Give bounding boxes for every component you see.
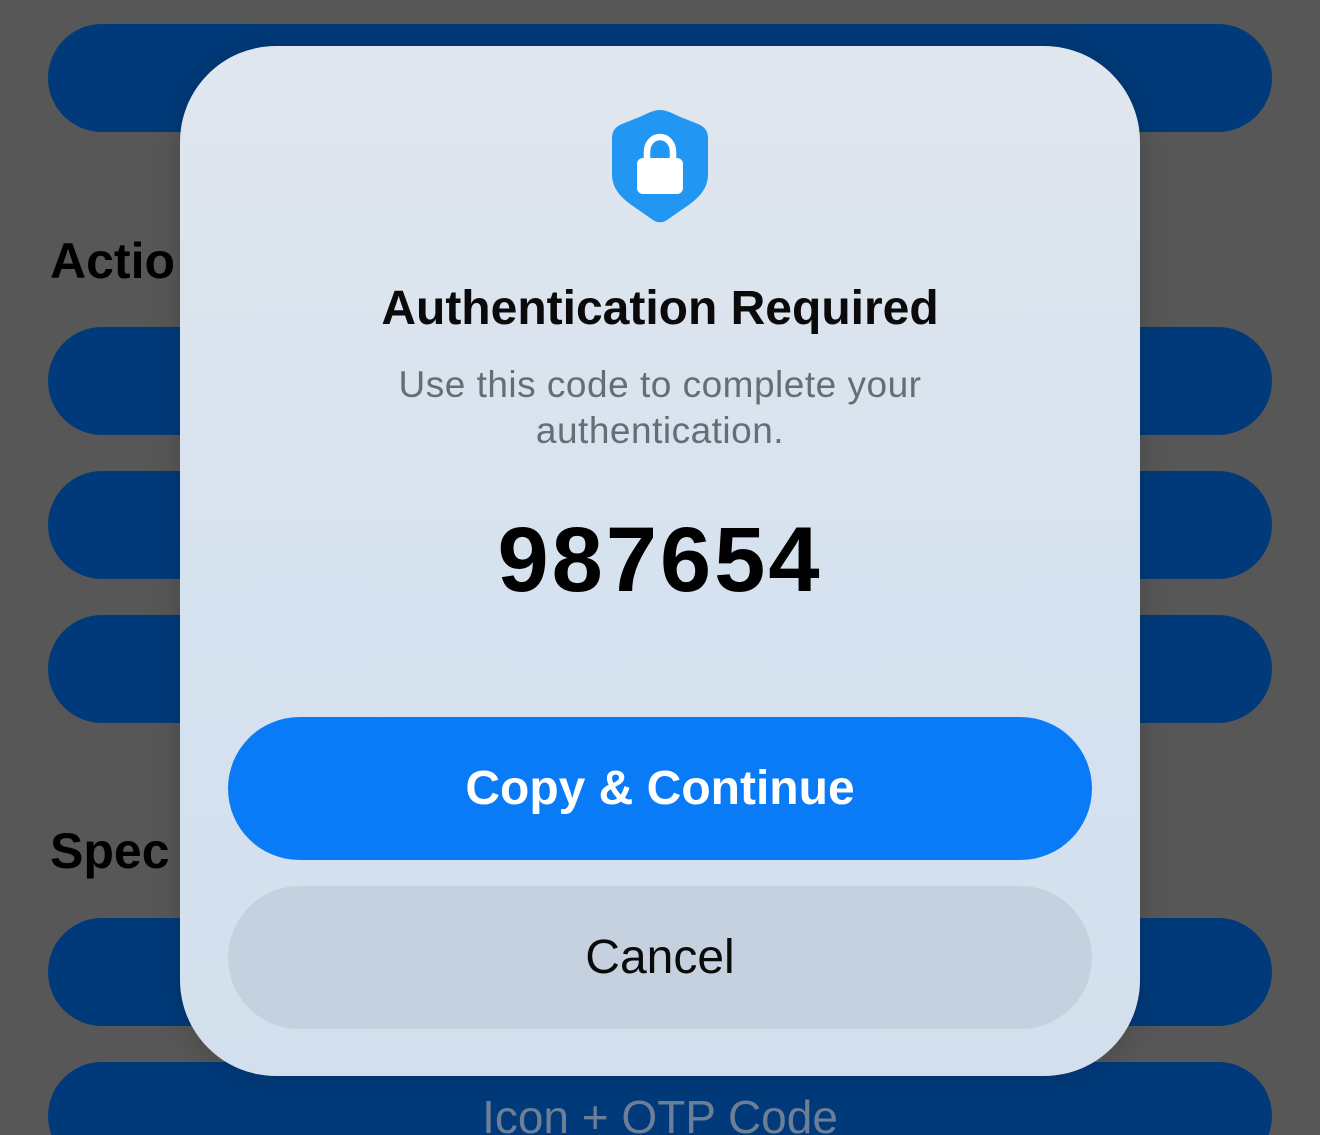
background-button-label: Icon + OTP Code — [482, 1091, 838, 1135]
shield-lock-icon — [612, 110, 708, 223]
section-heading-actions: Actio — [50, 233, 175, 289]
screen: Actio Spec Icon + OTP Code Authenticatio… — [0, 0, 1320, 1135]
authentication-dialog: Authentication Required Use this code to… — [180, 46, 1140, 1076]
copy-continue-button[interactable]: Copy & Continue — [228, 717, 1092, 860]
section-heading-special: Spec — [50, 823, 170, 879]
cancel-button[interactable]: Cancel — [228, 886, 1092, 1029]
otp-code: 987654 — [497, 509, 823, 611]
dialog-title: Authentication Required — [381, 282, 939, 335]
dialog-message: Use this code to complete your authentic… — [398, 364, 922, 451]
